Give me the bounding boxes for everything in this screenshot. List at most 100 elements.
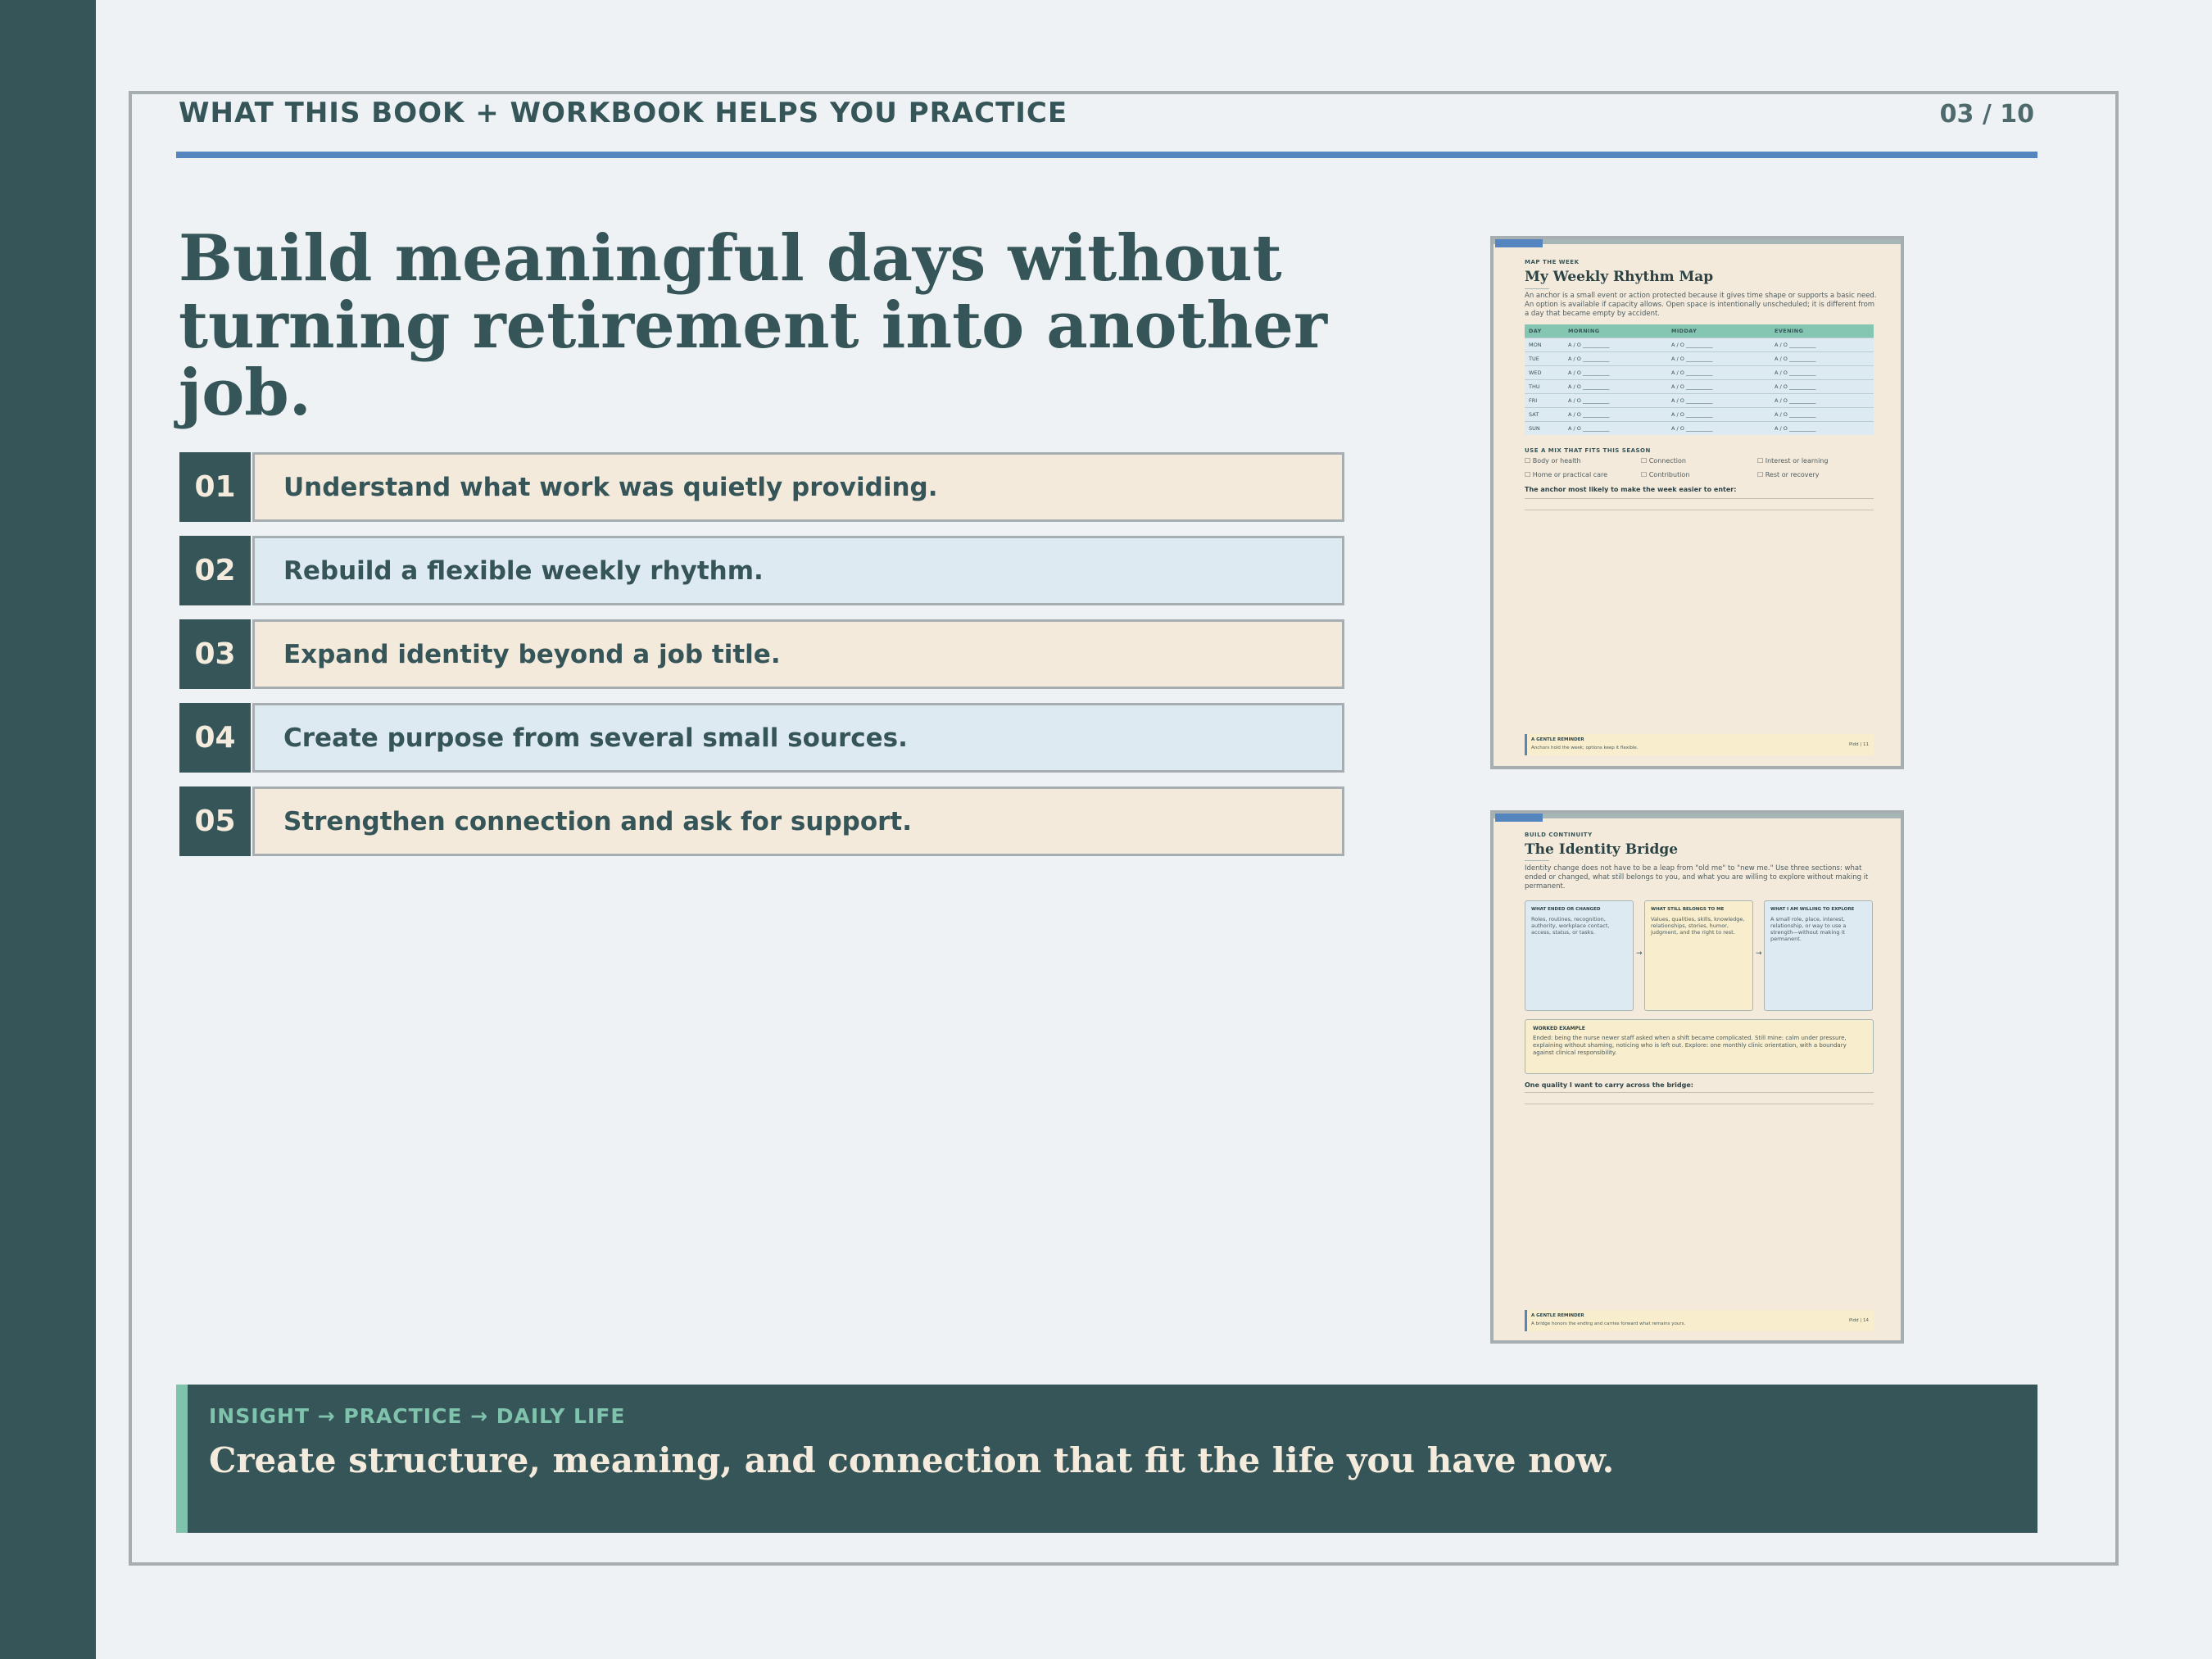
arrow-right-icon: → xyxy=(1756,950,1762,958)
slot-cell: A / O __________ xyxy=(1667,365,1770,380)
practice-text: Create purpose from several small source… xyxy=(252,703,1344,773)
slot-cell: A / O __________ xyxy=(1667,379,1770,394)
practice-text: Rebuild a flexible weekly rhythm. xyxy=(252,536,1344,605)
column-title: WHAT STILL BELONGS TO ME xyxy=(1651,907,1725,912)
checklist-item: ☐ Contribution xyxy=(1641,471,1690,478)
arrow-right-icon: → xyxy=(1636,950,1643,958)
reminder-text: Anchors hold the week; options keep it f… xyxy=(1531,746,1639,750)
practice-number: 02 xyxy=(179,536,251,605)
checklist-item: ☐ Body or health xyxy=(1525,457,1581,465)
table-row: MON A / O __________ A / O __________ A … xyxy=(1525,338,1874,352)
day-cell: SAT xyxy=(1525,407,1564,422)
column-header: MIDDAY xyxy=(1667,324,1770,338)
slot-cell: A / O __________ xyxy=(1770,407,1874,422)
title-rule xyxy=(1525,860,1549,861)
header-rule xyxy=(176,152,2037,158)
slot-cell: A / O __________ xyxy=(1667,351,1770,366)
column-header: MORNING xyxy=(1564,324,1667,338)
table-row: FRI A / O __________ A / O __________ A … xyxy=(1525,393,1874,408)
column-body: Roles, routines, recognition, authority,… xyxy=(1531,916,1610,936)
checklist-item: ☐ Connection xyxy=(1641,457,1686,465)
practice-item: 01 Understand what work was quietly prov… xyxy=(179,452,1344,522)
slot-cell: A / O __________ xyxy=(1770,338,1874,352)
checklist-label: Rest or recovery xyxy=(1765,471,1820,478)
banner-accent xyxy=(176,1385,188,1533)
table-row: SAT A / O __________ A / O __________ A … xyxy=(1525,407,1874,422)
slide-headline: Build meaningful days without turning re… xyxy=(179,221,1328,430)
day-cell: THU xyxy=(1525,379,1564,394)
slot-cell: A / O __________ xyxy=(1770,421,1874,435)
anchor-prompt: The anchor most likely to make the week … xyxy=(1525,486,1737,493)
answer-line xyxy=(1525,498,1874,499)
checklist-label: Connection xyxy=(1648,457,1686,465)
slot-cell: A / O __________ xyxy=(1564,379,1667,394)
column-body: A small role, place, interest, relations… xyxy=(1770,916,1847,942)
checklist-item: ☐ Interest or learning xyxy=(1757,457,1829,465)
gentle-reminder: A GENTLE REMINDER Anchors hold the week;… xyxy=(1525,734,1874,755)
page-intro: An anchor is a small event or action pro… xyxy=(1525,292,1877,318)
page-top-bar xyxy=(1494,814,1901,818)
rhythm-table: DAY MORNING MIDDAY EVENING MON A / O ___… xyxy=(1525,324,1874,435)
banner-statement: Create structure, meaning, and connectio… xyxy=(209,1440,1615,1480)
page-intro: Identity change does not have to be a le… xyxy=(1525,864,1869,891)
slot-cell: A / O __________ xyxy=(1564,407,1667,422)
slot-cell: A / O __________ xyxy=(1564,421,1667,435)
worked-example-text: Ended: being the nurse newer staff asked… xyxy=(1533,1035,1847,1056)
practice-number: 01 xyxy=(179,452,251,522)
table-row: WED A / O __________ A / O __________ A … xyxy=(1525,365,1874,380)
page-top-bar xyxy=(1494,239,1901,244)
page-title: My Weekly Rhythm Map xyxy=(1525,269,1714,285)
bridge-column-belongs: WHAT STILL BELONGS TO ME Values, qualiti… xyxy=(1644,900,1753,1011)
checklist-label: Home or practical care xyxy=(1532,471,1608,478)
checklist-item: ☐ Rest or recovery xyxy=(1757,471,1820,478)
column-body: Values, qualities, skills, knowledge, re… xyxy=(1651,916,1745,936)
practice-number: 03 xyxy=(179,619,251,689)
slot-cell: A / O __________ xyxy=(1564,338,1667,352)
reminder-title: A GENTLE REMINDER xyxy=(1531,1313,1584,1318)
page-title: The Identity Bridge xyxy=(1525,841,1679,858)
slot-cell: A / O __________ xyxy=(1770,379,1874,394)
slot-cell: A / O __________ xyxy=(1770,365,1874,380)
table-row: TUE A / O __________ A / O __________ A … xyxy=(1525,351,1874,366)
column-header: DAY xyxy=(1525,324,1564,338)
page-top-accent xyxy=(1495,814,1543,822)
title-rule xyxy=(1525,288,1549,289)
practice-item: 03 Expand identity beyond a job title. xyxy=(179,619,1344,689)
practice-text: Understand what work was quietly providi… xyxy=(252,452,1344,522)
column-title: WHAT I AM WILLING TO EXPLORE xyxy=(1770,907,1855,912)
bottom-banner: INSIGHT → PRACTICE → DAILY LIFE Create s… xyxy=(176,1385,2037,1533)
reminder-bar xyxy=(1525,1310,1527,1331)
page-footer: Pidd | 11 xyxy=(1848,742,1869,747)
checklist-item: ☐ Home or practical care xyxy=(1525,471,1608,478)
slot-cell: A / O __________ xyxy=(1770,351,1874,366)
table-row: THU A / O __________ A / O __________ A … xyxy=(1525,379,1874,394)
practice-text: Strengthen connection and ask for suppor… xyxy=(252,786,1344,856)
column-header: EVENING xyxy=(1770,324,1874,338)
day-cell: MON xyxy=(1525,338,1564,352)
bridge-column-ended: WHAT ENDED OR CHANGED Roles, routines, r… xyxy=(1525,900,1634,1011)
slot-cell: A / O __________ xyxy=(1564,393,1667,408)
workbook-page-identity-bridge: BUILD CONTINUITY The Identity Bridge Ide… xyxy=(1490,810,1904,1344)
practice-item: 05 Strengthen connection and ask for sup… xyxy=(179,786,1344,856)
day-cell: WED xyxy=(1525,365,1564,380)
checklist-label: Interest or learning xyxy=(1765,457,1829,465)
gentle-reminder: A GENTLE REMINDER A bridge honors the en… xyxy=(1525,1310,1874,1331)
page-number: 03 / 10 xyxy=(1939,100,2034,129)
reminder-title: A GENTLE REMINDER xyxy=(1531,737,1584,742)
slot-cell: A / O __________ xyxy=(1667,338,1770,352)
bridge-column-explore: WHAT I AM WILLING TO EXPLORE A small rol… xyxy=(1764,900,1873,1011)
slot-cell: A / O __________ xyxy=(1667,407,1770,422)
slot-cell: A / O __________ xyxy=(1564,351,1667,366)
page-kicker: BUILD CONTINUITY xyxy=(1525,832,1593,838)
practice-number: 04 xyxy=(179,703,251,773)
banner-kicker: INSIGHT → PRACTICE → DAILY LIFE xyxy=(209,1404,626,1428)
column-title: WHAT ENDED OR CHANGED xyxy=(1531,907,1601,912)
reminder-bar xyxy=(1525,734,1527,755)
worked-example: WORKED EXAMPLE Ended: being the nurse ne… xyxy=(1525,1019,1874,1074)
checklist-label: Body or health xyxy=(1532,457,1581,465)
day-cell: TUE xyxy=(1525,351,1564,366)
slot-cell: A / O __________ xyxy=(1564,365,1667,380)
slot-cell: A / O __________ xyxy=(1667,393,1770,408)
practice-number: 05 xyxy=(179,786,251,856)
page-top-accent xyxy=(1495,239,1543,247)
